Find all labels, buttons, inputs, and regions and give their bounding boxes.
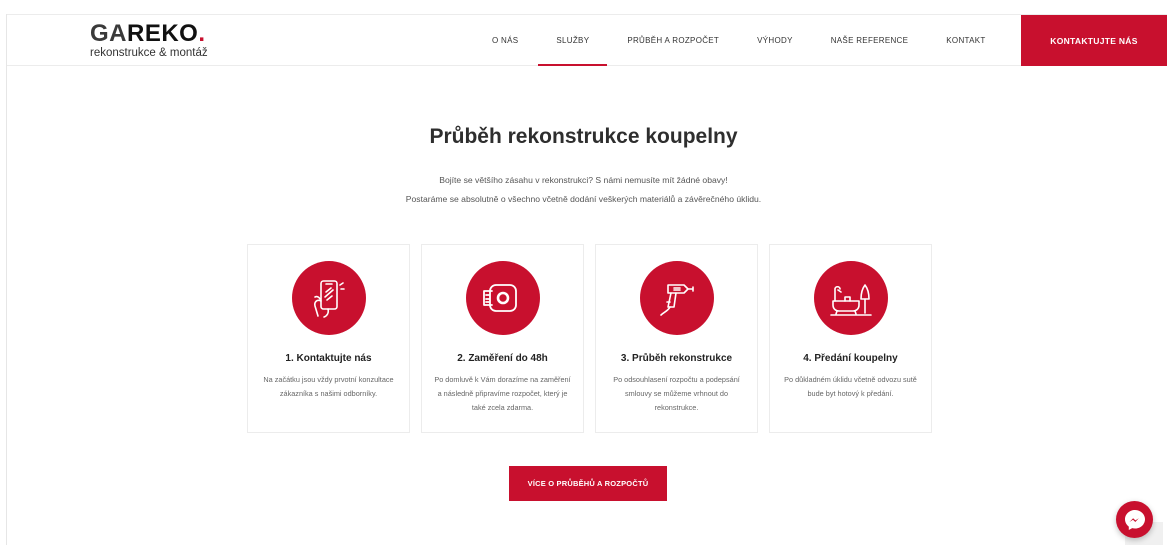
step-text: Na začátku jsou vždy prvotní konzultace … bbox=[263, 375, 394, 398]
step-card-3: 3. Průběh rekonstrukce Po odsouhlasení r… bbox=[595, 244, 758, 433]
messenger-chat-button[interactable] bbox=[1116, 501, 1153, 538]
step-icon-circle bbox=[292, 261, 366, 335]
tape-measure-icon bbox=[483, 284, 517, 312]
logo-part-2: REKO bbox=[127, 20, 199, 47]
logo-dot: . bbox=[198, 20, 206, 47]
step-icon-circle bbox=[466, 261, 540, 335]
step-title: 1. Kontaktujte nás bbox=[285, 353, 372, 364]
nav-item-o-nas[interactable]: O NÁS bbox=[492, 15, 518, 66]
step-card-1: 1. Kontaktujte nás Na začátku jsou vždy … bbox=[247, 244, 410, 433]
messenger-icon bbox=[1124, 509, 1145, 530]
nav-item-prubeh-a-rozpocet[interactable]: PRŮBĚH A ROZPOČET bbox=[627, 15, 719, 66]
nav-item-nase-reference[interactable]: NAŠE REFERENCE bbox=[831, 15, 909, 66]
nav-item-kontakt[interactable]: KONTAKT bbox=[946, 15, 985, 66]
contact-us-button[interactable]: KONTAKTUJTE NÁS bbox=[1021, 15, 1167, 66]
logo[interactable]: GAREKO. rekonstrukce & montáž bbox=[90, 22, 208, 60]
nav-item-vyhody[interactable]: VÝHODY bbox=[757, 15, 793, 66]
nav-item-sluzby[interactable]: SLUŽBY bbox=[538, 15, 608, 66]
intro-text-line-1: Bojíte se většího zásahu v rekonstrukci?… bbox=[439, 175, 728, 185]
drill-icon bbox=[660, 284, 694, 316]
step-text: Po odsouhlasení rozpočtu a podepsání sml… bbox=[613, 375, 740, 412]
step-title: 2. Zaměření do 48h bbox=[457, 353, 548, 364]
bathtub-icon bbox=[830, 284, 872, 316]
page-top-margin bbox=[0, 0, 1167, 14]
step-text: Po domluvě k Vám dorazíme na zaměření a … bbox=[434, 375, 571, 412]
site-header: GAREKO. rekonstrukce & montáž O NÁS SLUŽ… bbox=[7, 14, 1167, 66]
step-text: Po důkladném úklidu včetně odvozu sutě b… bbox=[784, 375, 917, 398]
section-title: Průběh rekonstrukce koupelny bbox=[429, 125, 738, 148]
step-card-4: 4. Předání koupelny Po důkladném úklidu … bbox=[769, 244, 932, 433]
logo-wordmark: GAREKO. bbox=[90, 22, 208, 46]
step-card-2: 2. Zaměření do 48h Po domluvě k Vám dora… bbox=[421, 244, 584, 433]
page-left-border bbox=[6, 14, 7, 545]
main-navigation: O NÁS SLUŽBY PRŮBĚH A ROZPOČET VÝHODY NA… bbox=[492, 15, 986, 66]
step-icon-circle bbox=[814, 261, 888, 335]
logo-tagline: rekonstrukce & montáž bbox=[90, 47, 208, 59]
intro-text-line-2: Postaráme se absolutně o všechno včetně … bbox=[405, 194, 762, 204]
step-title: 3. Průběh rekonstrukce bbox=[620, 353, 733, 364]
step-icon-circle bbox=[640, 261, 714, 335]
more-about-process-button[interactable]: VÍCE O PRŮBĚHŮ A ROZPOČTŮ bbox=[509, 466, 667, 501]
phone-icon bbox=[314, 280, 345, 318]
logo-part-1: GA bbox=[90, 20, 127, 47]
step-title: 4. Předání koupelny bbox=[803, 353, 898, 364]
